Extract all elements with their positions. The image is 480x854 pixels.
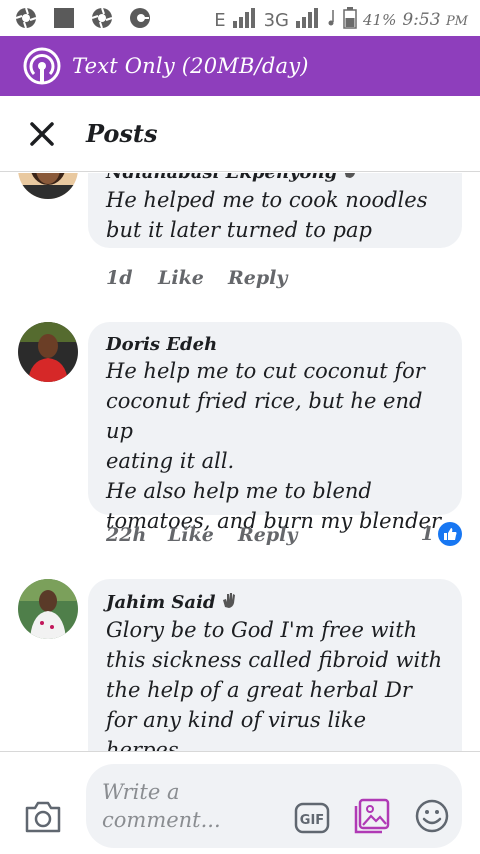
opera-icon — [128, 6, 152, 30]
comment-author[interactable]: Doris Edeh — [106, 334, 444, 356]
gif-icon[interactable]: GIF — [294, 802, 330, 834]
comment-actions: 22h Like Reply — [106, 524, 297, 546]
comment-bubble[interactable]: Jahim Said Glory be to God I'm free with… — [88, 579, 462, 751]
notification-icons — [14, 6, 152, 30]
system-status: E 3G 41% 9:53 PM — [214, 7, 468, 33]
comment-text: He helped me to cook noodles but it late… — [106, 188, 428, 242]
clock-ampm: PM — [445, 14, 468, 29]
comment-input[interactable]: Write a comment... GIF — [86, 764, 462, 848]
svg-text:GIF: GIF — [300, 813, 324, 828]
camera-aperture-icon — [14, 6, 38, 30]
wave-icon — [220, 591, 238, 615]
camera-icon[interactable] — [24, 800, 62, 834]
emoji-icon[interactable] — [414, 798, 450, 834]
wave-icon — [341, 173, 359, 185]
music-note-icon — [327, 8, 337, 32]
posts-header: Posts — [0, 96, 480, 172]
author-name[interactable]: Ndianabasi Ekpenyong — [106, 173, 337, 184]
comment-time[interactable]: 22h — [106, 524, 168, 546]
like-button[interactable]: Like — [168, 524, 238, 546]
battery-percent: 41% — [363, 11, 397, 29]
signal-icon — [232, 7, 258, 33]
comment-text: He help me to cut coconut for coconut fr… — [106, 359, 441, 533]
battery-icon — [343, 7, 357, 33]
author-name[interactable]: Jahim Said — [106, 592, 216, 614]
status-bar: E 3G 41% 9:53 PM — [0, 0, 480, 36]
comment-author[interactable]: Jahim Said — [106, 591, 444, 615]
comment-bubble[interactable]: Doris Edeh He help me to cut coconut for… — [88, 322, 462, 533]
data-mode-banner[interactable]: Text Only (20MB/day) — [0, 36, 480, 96]
comment-author[interactable]: Ndianabasi Ekpenyong — [106, 173, 444, 185]
like-button[interactable]: Like — [158, 267, 228, 289]
reaction-number: 1 — [420, 523, 434, 545]
network-type-e: E — [214, 9, 226, 31]
comment-placeholder: Write a comment... — [102, 780, 221, 832]
comment-actions: 1d Like Reply — [106, 267, 287, 289]
comment-bubble[interactable]: Ndianabasi Ekpenyong He helped me to coo… — [88, 173, 462, 248]
author-name[interactable]: Doris Edeh — [106, 334, 217, 356]
comment-text: Glory be to God I'm free with this sickn… — [106, 618, 443, 751]
network-type-3g: 3G — [263, 9, 289, 31]
square-app-icon — [52, 6, 76, 30]
avatar[interactable] — [18, 322, 78, 382]
clock: 9:53 PM — [402, 10, 468, 30]
sticker-icon[interactable] — [354, 798, 390, 834]
comment-time[interactable]: 1d — [106, 267, 158, 289]
broadcast-icon — [23, 47, 61, 85]
reaction-count[interactable]: 1 — [421, 522, 462, 546]
camera-aperture-icon — [90, 6, 114, 30]
comment-composer: Write a comment... GIF — [0, 751, 480, 854]
signal-icon — [295, 7, 321, 33]
close-icon[interactable] — [28, 120, 56, 148]
comments-list[interactable]: Ndianabasi Ekpenyong He helped me to coo… — [0, 173, 480, 751]
thumbs-up-icon — [438, 522, 462, 546]
clock-time: 9:53 — [402, 10, 441, 30]
avatar[interactable] — [18, 173, 78, 199]
reply-button[interactable]: Reply — [238, 524, 297, 546]
reply-button[interactable]: Reply — [228, 267, 287, 289]
page-title: Posts — [86, 119, 158, 148]
avatar[interactable] — [18, 579, 78, 639]
banner-text: Text Only (20MB/day) — [72, 54, 309, 78]
